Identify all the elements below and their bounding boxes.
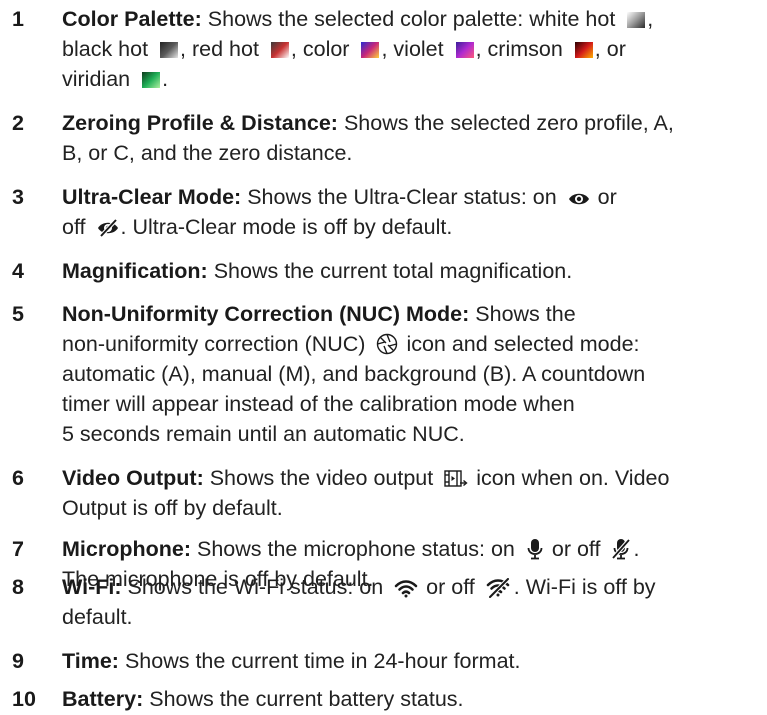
wifi-off-icon bbox=[486, 578, 512, 598]
item-number: 9 bbox=[12, 649, 24, 673]
item-title: Ultra-Clear Mode: bbox=[62, 185, 242, 209]
item-title: Color Palette: bbox=[62, 7, 202, 31]
item-text: non-uniformity correction (NUC) bbox=[62, 332, 366, 356]
item-text: off bbox=[62, 215, 86, 239]
item-text: black hot bbox=[62, 37, 149, 61]
item-text: or off bbox=[551, 537, 601, 561]
viridian-swatch bbox=[142, 72, 161, 88]
item-text: Shows the microphone status: on bbox=[196, 537, 515, 561]
item-text: . bbox=[633, 537, 640, 561]
microphone-icon bbox=[526, 538, 544, 560]
legend-list: 1 Color Palette: Shows the selected colo… bbox=[0, 0, 767, 715]
item-text: , red hot bbox=[180, 37, 259, 61]
eye-off-icon bbox=[97, 218, 119, 238]
item-title: Non-Uniformity Correction (NUC) Mode: bbox=[62, 302, 470, 326]
item-text: timer will appear instead of the calibra… bbox=[62, 392, 575, 416]
list-item: 4 Magnification: Shows the current total… bbox=[0, 256, 767, 286]
item-number: 1 bbox=[12, 7, 24, 31]
item-title: Magnification: bbox=[62, 259, 208, 283]
item-text: Shows the selected color palette: white … bbox=[207, 7, 616, 31]
item-title: Battery: bbox=[62, 687, 144, 711]
item-text: or bbox=[597, 185, 617, 209]
list-item: 1 Color Palette: Shows the selected colo… bbox=[0, 4, 767, 94]
item-number: 4 bbox=[12, 259, 24, 283]
item-text: Shows the Ultra-Clear status: on bbox=[247, 185, 557, 209]
item-text: Shows the current battery status. bbox=[149, 687, 464, 711]
item-number: 10 bbox=[12, 687, 36, 711]
item-text: icon and selected mode: bbox=[406, 332, 640, 356]
item-text: or off bbox=[426, 575, 475, 599]
white-hot-swatch bbox=[627, 12, 646, 28]
item-text: Shows the current time in 24-hour format… bbox=[124, 649, 521, 673]
item-text: icon when on. Video bbox=[476, 466, 670, 490]
item-number: 3 bbox=[12, 185, 24, 209]
item-title: Wi-Fi: bbox=[62, 575, 122, 599]
item-text: Shows the video output bbox=[209, 466, 434, 490]
list-item: 10 Battery: Shows the current battery st… bbox=[0, 684, 767, 714]
list-item: 2 Zeroing Profile & Distance: Shows the … bbox=[0, 108, 767, 168]
item-text: automatic (A), manual (M), and backgroun… bbox=[62, 362, 646, 386]
list-item: 9 Time: Shows the current time in 24-hou… bbox=[0, 646, 767, 676]
item-number: 8 bbox=[12, 575, 24, 599]
video-output-icon bbox=[444, 469, 468, 489]
item-text: default. bbox=[62, 605, 133, 629]
list-item: 8 Wi-Fi: Shows the Wi-Fi status: on or o… bbox=[0, 572, 767, 632]
item-text: . Wi-Fi is off by bbox=[513, 575, 656, 599]
item-text: B, or C, and the zero distance. bbox=[62, 141, 353, 165]
item-text: , violet bbox=[381, 37, 444, 61]
item-number: 2 bbox=[12, 111, 24, 135]
item-title: Zeroing Profile & Distance: bbox=[62, 111, 338, 135]
item-text: , or bbox=[594, 37, 626, 61]
item-text: Shows the current total magnification. bbox=[213, 259, 573, 283]
eye-icon bbox=[568, 190, 590, 208]
microphone-off-icon bbox=[611, 538, 631, 560]
item-text: Shows the Wi-Fi status: on bbox=[127, 575, 384, 599]
item-text: Shows the bbox=[475, 302, 576, 326]
item-text: , bbox=[647, 7, 654, 31]
list-item: 5 Non-Uniformity Correction (NUC) Mode: … bbox=[0, 299, 767, 449]
black-hot-swatch bbox=[160, 42, 179, 58]
item-text: Shows the selected zero profile, A, bbox=[343, 111, 674, 135]
item-text: 5 seconds remain until an automatic NUC. bbox=[62, 422, 465, 446]
red-hot-swatch bbox=[270, 42, 289, 58]
item-title: Video Output: bbox=[62, 466, 204, 490]
item-number: 5 bbox=[12, 302, 24, 326]
list-item: 3 Ultra-Clear Mode: Shows the Ultra-Clea… bbox=[0, 182, 767, 242]
violet-swatch bbox=[455, 42, 474, 58]
crimson-swatch bbox=[574, 42, 593, 58]
item-text: Output is off by default. bbox=[62, 496, 283, 520]
item-number: 6 bbox=[12, 466, 24, 490]
list-item: 6 Video Output: Shows the video output i… bbox=[0, 463, 767, 523]
item-text: . bbox=[162, 67, 169, 91]
nuc-shutter-icon bbox=[376, 333, 398, 355]
item-text: . Ultra-Clear mode is off by default. bbox=[120, 215, 453, 239]
item-text: , color bbox=[290, 37, 350, 61]
color-swatch bbox=[361, 42, 380, 58]
wifi-icon bbox=[394, 580, 418, 598]
item-text: viridian bbox=[62, 67, 131, 91]
item-title: Microphone: bbox=[62, 537, 191, 561]
item-text: , crimson bbox=[475, 37, 563, 61]
item-title: Time: bbox=[62, 649, 119, 673]
item-number: 7 bbox=[12, 537, 24, 561]
